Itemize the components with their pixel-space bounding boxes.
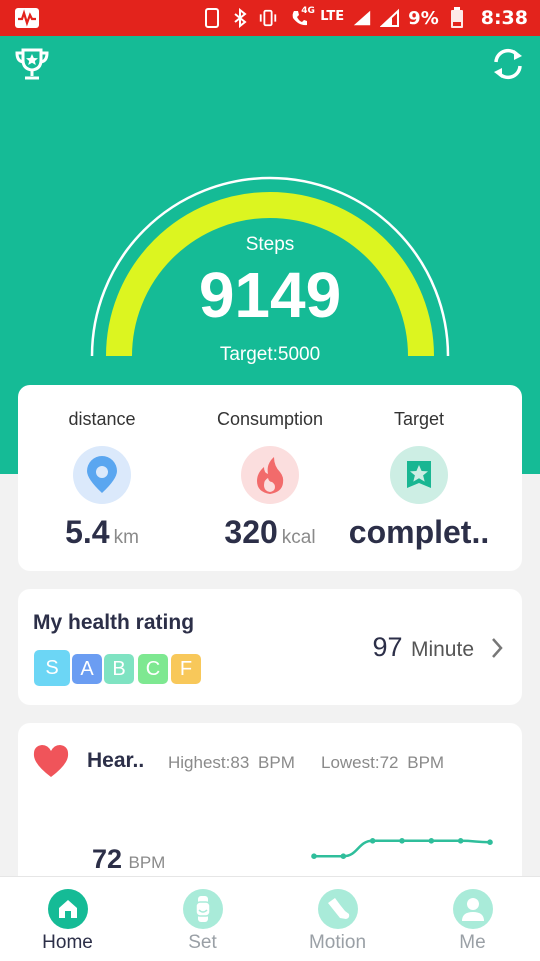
- activity-monitor-icon: [14, 6, 40, 30]
- health-rating-value: 97: [372, 632, 403, 662]
- home-icon: [47, 889, 88, 929]
- distance-unit: km: [113, 527, 139, 548]
- heart-current-unit: BPM: [128, 853, 166, 872]
- health-rating-value-row: 97 Minute: [372, 632, 474, 663]
- distance-stat[interactable]: distance 5.4 km: [18, 385, 186, 551]
- health-rating-unit: Minute: [410, 638, 474, 661]
- heart-trend-point: [340, 853, 347, 859]
- vibrate-icon: [258, 8, 278, 28]
- heart-trend-point: [428, 838, 435, 844]
- consumption-title: Consumption: [216, 409, 324, 429]
- grade-c: C: [138, 654, 168, 684]
- status-bar: 4G LTE 9% 8:38: [0, 0, 540, 36]
- distance-title: distance: [68, 409, 136, 429]
- phone-icon: [202, 8, 222, 28]
- bluetooth-icon: [230, 8, 250, 28]
- consumption-unit: kcal: [281, 527, 316, 548]
- nav-motion-label: Motion: [308, 932, 367, 953]
- target-title: Target: [393, 409, 445, 429]
- battery-low-icon: [447, 7, 467, 28]
- heart-highest-row: Highest:83 BPM: [168, 753, 295, 773]
- signal-icon-2: [380, 8, 400, 28]
- bottom-nav: Home Set Motion Me: [0, 876, 540, 961]
- watch-icon: [182, 889, 223, 929]
- nav-me-label: Me: [459, 932, 486, 953]
- battery-text: 9%: [408, 7, 439, 29]
- badge-star-icon: [390, 446, 448, 504]
- steps-label: Steps: [245, 234, 295, 255]
- heart-current-row: 72 BPM: [92, 844, 165, 875]
- person-icon: [452, 889, 493, 929]
- heart-trend-point: [311, 853, 317, 859]
- target-stat[interactable]: Target complet..: [334, 385, 504, 551]
- grade-b: B: [104, 654, 134, 684]
- heart-highest: Highest:83: [168, 753, 250, 772]
- nav-home[interactable]: Home: [0, 877, 135, 961]
- health-rating-card[interactable]: My health rating S A B C F 97 Minute: [18, 589, 522, 705]
- heart-lowest: Lowest:72: [321, 753, 399, 772]
- heart-trend-point: [369, 838, 376, 844]
- chevron-right-icon: [490, 636, 504, 665]
- target-value: complet..: [348, 514, 490, 550]
- signal-icon: [352, 8, 372, 28]
- sync-icon[interactable]: [488, 44, 528, 84]
- distance-value: 5.4: [65, 514, 110, 550]
- health-rating-title: My health rating: [33, 611, 195, 634]
- heart-highest-unit: BPM: [258, 753, 295, 772]
- heart-trend-point: [399, 838, 405, 844]
- heart-trend-point: [457, 838, 464, 844]
- grade-f: F: [171, 654, 201, 684]
- nav-me[interactable]: Me: [405, 877, 540, 961]
- nav-home-label: Home: [42, 932, 93, 953]
- network-sub-text: 4G: [301, 6, 315, 16]
- heart-icon: [32, 744, 70, 783]
- nav-set[interactable]: Set: [135, 877, 270, 961]
- target-value-row: complet..: [334, 514, 504, 551]
- consumption-value: 320: [224, 514, 278, 550]
- shoe-icon: [317, 889, 358, 929]
- heart-lowest-row: Lowest:72 BPM: [321, 753, 444, 773]
- stats-card: distance 5.4 km Consumption 320 kcal Targe…: [18, 385, 522, 571]
- heart-trend-chart: [311, 838, 493, 859]
- steps-count: 9149: [198, 259, 342, 331]
- heart-title: Hear..: [87, 749, 145, 772]
- consumption-stat[interactable]: Consumption 320 kcal: [186, 385, 354, 551]
- heart-lowest-unit: BPM: [407, 753, 445, 772]
- network-type-text: LTE: [320, 8, 345, 24]
- steps-target: Target:5000: [219, 344, 321, 365]
- nav-set-label: Set: [188, 932, 217, 953]
- heart-trend-point: [487, 839, 493, 845]
- distance-value-row: 5.4 km: [18, 514, 186, 551]
- trophy-icon[interactable]: [12, 44, 52, 84]
- flame-icon: [241, 446, 299, 504]
- heart-current-value: 72: [92, 844, 123, 874]
- nav-motion[interactable]: Motion: [270, 877, 405, 961]
- grade-a: A: [72, 654, 102, 684]
- grade-s: S: [34, 650, 70, 686]
- consumption-value-row: 320 kcal: [186, 514, 354, 551]
- time-text: 8:38: [480, 7, 528, 29]
- call-4g-icon: 4G: [286, 6, 315, 28]
- location-pin-icon: [73, 446, 131, 504]
